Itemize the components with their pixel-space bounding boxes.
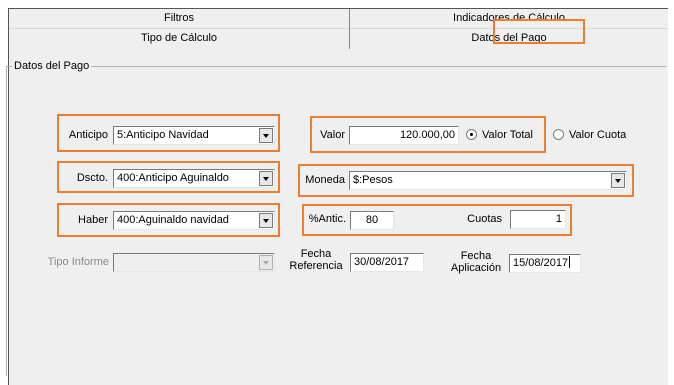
cuotas-label: Cuotas: [467, 213, 502, 225]
tab-tipo-calculo[interactable]: Tipo de Cálculo: [9, 29, 349, 48]
tipo-informe-label: Tipo Informe: [47, 256, 109, 268]
tab-filtros[interactable]: Filtros: [9, 9, 349, 29]
chevron-down-icon: [263, 219, 269, 223]
valor-total-label[interactable]: Valor Total: [482, 129, 533, 141]
fecha-referencia-label-line1: Fecha: [300, 248, 332, 260]
fecha-aplicacion-label-line2: Aplicación: [450, 262, 502, 274]
moneda-value: $:Pesos: [353, 174, 393, 186]
valor-label: Valor: [320, 129, 345, 141]
radio-selected-dot: [470, 133, 473, 136]
dscto-value: 400:Anticipo Aguinaldo: [117, 172, 229, 184]
dscto-label: Dscto.: [76, 172, 108, 184]
valor-total-radio[interactable]: [466, 129, 477, 140]
fecha-aplicacion-value: 15/08/2017: [513, 257, 569, 269]
chevron-down-icon: [263, 261, 269, 265]
chevron-down-icon: [263, 134, 269, 138]
tipo-informe-dropdown-button: [259, 255, 273, 270]
selected-tab-highlight: [493, 19, 585, 44]
cuotas-input[interactable]: 1: [510, 210, 566, 229]
anticipo-label: Anticipo: [68, 129, 108, 141]
tipo-informe-select: [113, 253, 275, 272]
tab-divider: [349, 9, 350, 49]
haber-select[interactable]: 400:Aguinaldo navidad: [113, 211, 275, 230]
moneda-select[interactable]: $:Pesos: [349, 171, 627, 190]
haber-label: Haber: [78, 214, 108, 226]
anticipo-select[interactable]: 5:Anticipo Navidad: [113, 126, 275, 145]
group-title: Datos del Pago: [12, 60, 92, 72]
moneda-dropdown-button[interactable]: [611, 173, 625, 188]
dscto-dropdown-button[interactable]: [259, 171, 273, 186]
fecha-aplicacion-label: Fecha Aplicación: [446, 250, 506, 274]
valor-cuota-radio[interactable]: [553, 129, 564, 140]
antic-input[interactable]: 80: [350, 211, 394, 230]
chevron-down-icon: [263, 177, 269, 181]
moneda-label: Moneda: [305, 174, 345, 186]
fecha-referencia-label-line2: Referencia: [289, 260, 343, 272]
anticipo-dropdown-button[interactable]: [259, 128, 273, 143]
fecha-referencia-label: Fecha Referencia: [286, 248, 346, 272]
valor-input[interactable]: 120.000,00: [349, 126, 459, 145]
fecha-aplicacion-label-line1: Fecha: [460, 250, 492, 262]
haber-value: 400:Aguinaldo navidad: [117, 214, 229, 226]
dscto-select[interactable]: 400:Anticipo Aguinaldo: [113, 169, 275, 188]
fecha-referencia-input[interactable]: 30/08/2017: [350, 253, 424, 272]
fecha-aplicacion-input[interactable]: 15/08/2017: [509, 254, 581, 273]
valor-cuota-label[interactable]: Valor Cuota: [569, 129, 626, 141]
text-cursor-icon: [569, 256, 571, 268]
antic-label: %Antic.: [308, 213, 346, 225]
haber-dropdown-button[interactable]: [259, 213, 273, 228]
anticipo-value: 5:Anticipo Navidad: [117, 129, 209, 141]
chevron-down-icon: [615, 179, 621, 183]
